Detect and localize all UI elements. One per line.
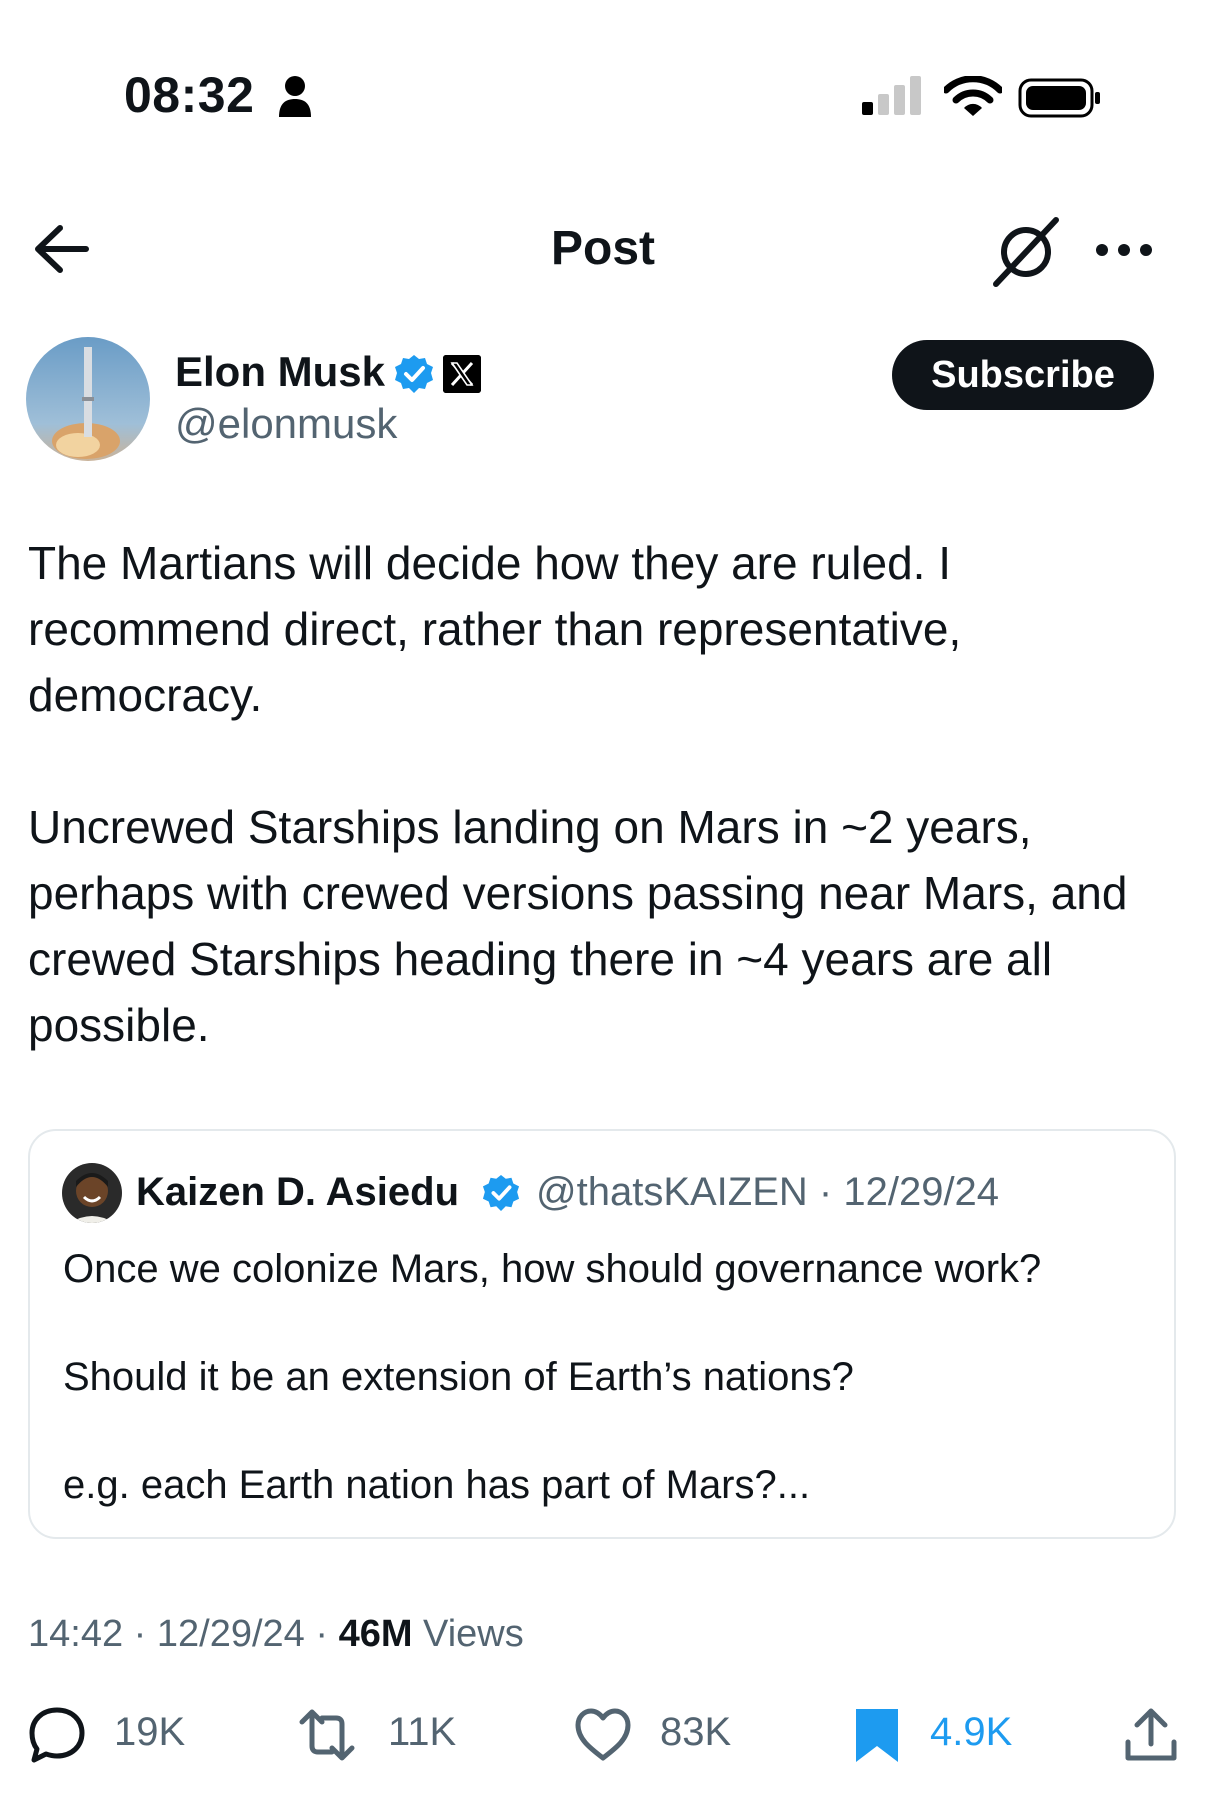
reply-count[interactable]: 19K: [114, 1710, 185, 1755]
quote-author-name: Kaizen D. Asiedu: [136, 1170, 460, 1214]
author-avatar[interactable]: [26, 337, 150, 461]
post-paragraph: Uncrewed Starships landing on Mars in ~2…: [28, 801, 1128, 1051]
status-time: 08:32: [124, 67, 255, 123]
quote-text: Once we colonize Mars, how should govern…: [63, 1242, 1143, 1512]
quote-paragraph: Should it be an extension of Earth’s nat…: [63, 1355, 854, 1399]
repost-icon[interactable]: [298, 1706, 356, 1764]
share-icon[interactable]: [1122, 1706, 1180, 1764]
wifi-icon: [944, 76, 1002, 116]
grok-icon[interactable]: [990, 216, 1060, 288]
signal-icon: [862, 76, 921, 115]
views-label: Views: [412, 1613, 524, 1655]
verified-badge-icon: [395, 355, 433, 393]
verified-badge-icon: [482, 1174, 520, 1212]
reply-icon[interactable]: [28, 1706, 86, 1764]
quote-paragraph: Once we colonize Mars, how should govern…: [63, 1247, 1042, 1291]
post-paragraph: The Martians will decide how they are ru…: [28, 537, 962, 721]
post-time-date: 14:42 · 12/29/24 ·: [28, 1613, 339, 1655]
post-meta: 14:42 · 12/29/24 · 46M Views: [28, 1613, 524, 1656]
person-icon: [279, 76, 311, 117]
views-count: 46M: [338, 1613, 413, 1655]
x-logo-icon: [443, 355, 481, 393]
bookmark-icon[interactable]: [848, 1706, 906, 1764]
subscribe-button[interactable]: Subscribe: [892, 340, 1154, 410]
quote-handle-date: @thatsKAIZEN · 12/29/24: [536, 1170, 1000, 1214]
more-icon[interactable]: [1094, 240, 1154, 260]
like-icon[interactable]: [574, 1706, 632, 1764]
post-text: The Martians will decide how they are ru…: [28, 530, 1188, 1058]
author-name[interactable]: Elon Musk: [175, 348, 385, 396]
quote-paragraph: e.g. each Earth nation has part of Mars?…: [63, 1463, 811, 1507]
quote-author-avatar: [62, 1163, 122, 1223]
battery-icon: [1018, 78, 1100, 118]
like-count[interactable]: 83K: [660, 1710, 731, 1755]
author-handle[interactable]: @elonmusk: [175, 400, 397, 448]
bookmark-count[interactable]: 4.9K: [930, 1710, 1012, 1755]
repost-count[interactable]: 11K: [388, 1710, 456, 1755]
